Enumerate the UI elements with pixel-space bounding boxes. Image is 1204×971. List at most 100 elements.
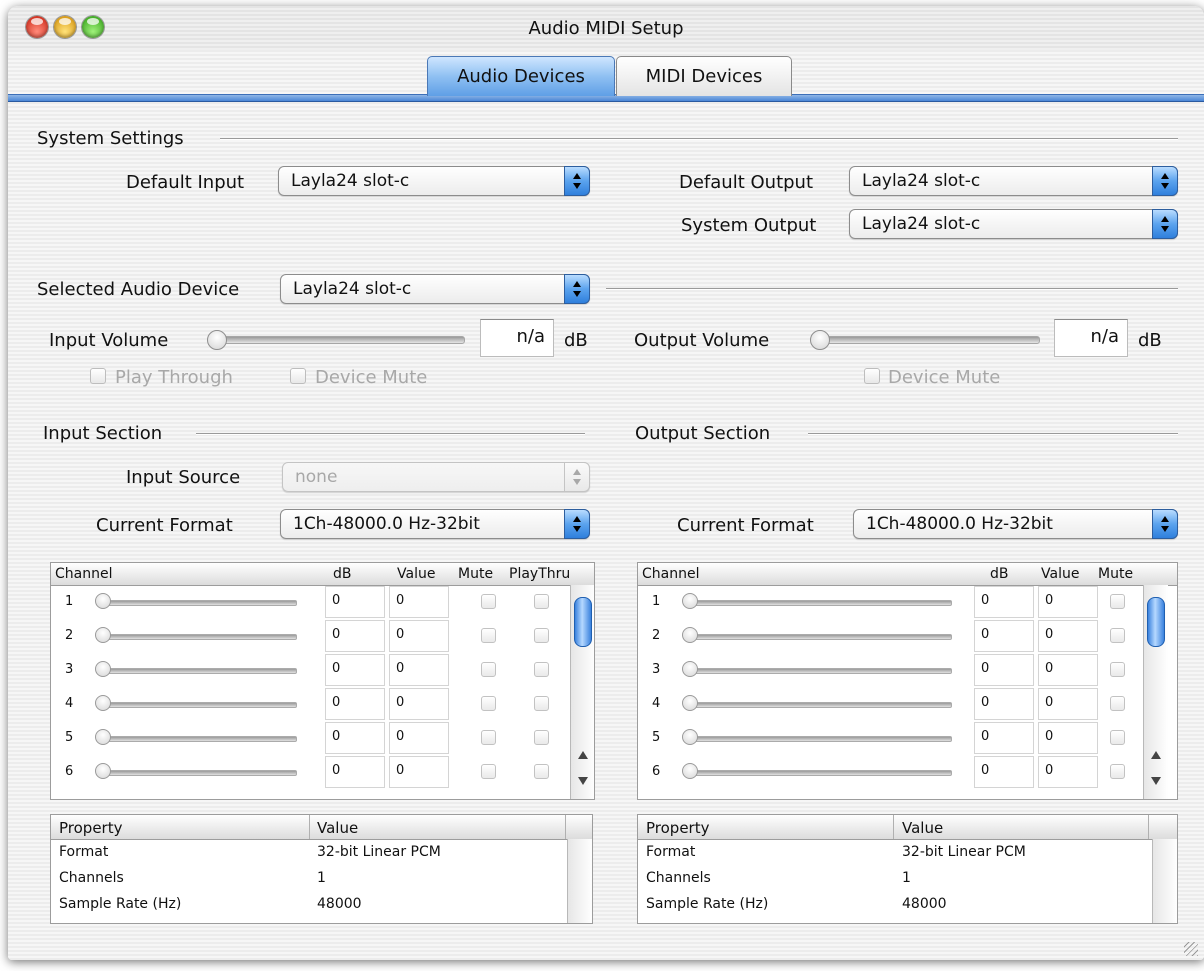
- channel-volume-knob[interactable]: [682, 763, 698, 779]
- channel-volume-knob[interactable]: [95, 729, 111, 745]
- channel-volume-knob[interactable]: [95, 627, 111, 643]
- channel-volume-slider[interactable]: [686, 600, 952, 606]
- channel-value-field[interactable]: 0: [1038, 722, 1098, 754]
- channel-volume-slider[interactable]: [686, 702, 952, 708]
- channel-db-field[interactable]: 0: [325, 756, 385, 788]
- scroll-thumb[interactable]: [1147, 597, 1165, 647]
- tab-audio-devices[interactable]: Audio Devices: [427, 56, 615, 96]
- channel-playthru-checkbox[interactable]: [534, 696, 549, 711]
- channel-value-field[interactable]: 0: [1038, 654, 1098, 686]
- channel-playthru-checkbox[interactable]: [534, 662, 549, 677]
- channel-volume-knob[interactable]: [95, 695, 111, 711]
- channel-db-field[interactable]: 0: [974, 688, 1034, 720]
- channel-volume-slider[interactable]: [99, 702, 297, 708]
- scroll-thumb[interactable]: [574, 597, 592, 647]
- channel-volume-knob[interactable]: [682, 729, 698, 745]
- property-scrollbar[interactable]: [1152, 839, 1177, 923]
- channel-volume-knob[interactable]: [682, 593, 698, 609]
- channel-playthru-checkbox[interactable]: [534, 628, 549, 643]
- output-volume-slider[interactable]: [816, 336, 1040, 344]
- selected-device-popup[interactable]: Layla24 slot-c: [280, 274, 590, 304]
- output-channel-scrollbar[interactable]: [1143, 585, 1168, 799]
- channel-mute-checkbox[interactable]: [1110, 764, 1125, 779]
- channel-mute-checkbox[interactable]: [481, 696, 496, 711]
- channel-volume-knob[interactable]: [95, 661, 111, 677]
- output-channel-table: Channel dB Value Mute 100200300400500600: [637, 562, 1178, 800]
- channel-value-field[interactable]: 0: [389, 620, 449, 652]
- channel-volume-knob[interactable]: [95, 593, 111, 609]
- output-format-popup[interactable]: 1Ch-48000.0 Hz-32bit: [853, 509, 1178, 539]
- property-scrollbar[interactable]: [567, 839, 592, 923]
- default-input-popup[interactable]: Layla24 slot-c: [278, 166, 590, 196]
- channel-volume-slider[interactable]: [686, 736, 952, 742]
- table-row: Channels 1: [51, 867, 568, 891]
- channel-playthru-checkbox[interactable]: [534, 594, 549, 609]
- channel-number: 5: [652, 730, 661, 745]
- output-volume-field[interactable]: n/a: [1054, 319, 1128, 357]
- scroll-up-arrow-icon[interactable]: [578, 751, 588, 759]
- channel-volume-knob[interactable]: [682, 627, 698, 643]
- channel-mute-checkbox[interactable]: [1110, 594, 1125, 609]
- channel-mute-checkbox[interactable]: [481, 628, 496, 643]
- channel-volume-slider[interactable]: [99, 770, 297, 776]
- output-volume-knob[interactable]: [810, 330, 830, 350]
- channel-volume-slider[interactable]: [99, 634, 297, 640]
- channel-volume-slider[interactable]: [99, 736, 297, 742]
- channel-mute-checkbox[interactable]: [481, 662, 496, 677]
- channel-value-field[interactable]: 0: [1038, 620, 1098, 652]
- channel-mute-checkbox[interactable]: [1110, 628, 1125, 643]
- input-device-mute-checkbox[interactable]: [290, 368, 306, 384]
- channel-volume-slider[interactable]: [686, 634, 952, 640]
- channel-value-field[interactable]: 0: [1038, 586, 1098, 618]
- channel-mute-checkbox[interactable]: [1110, 696, 1125, 711]
- channel-mute-checkbox[interactable]: [481, 594, 496, 609]
- channel-volume-slider[interactable]: [99, 600, 297, 606]
- channel-db-field[interactable]: 0: [974, 722, 1034, 754]
- channel-db-field[interactable]: 0: [325, 586, 385, 618]
- channel-db-field[interactable]: 0: [325, 654, 385, 686]
- input-volume-slider[interactable]: [213, 336, 465, 344]
- channel-value-field[interactable]: 0: [389, 586, 449, 618]
- channel-volume-slider[interactable]: [686, 770, 952, 776]
- channel-volume-slider[interactable]: [99, 668, 297, 674]
- scroll-down-arrow-icon[interactable]: [578, 777, 588, 785]
- channel-mute-checkbox[interactable]: [1110, 662, 1125, 677]
- channel-db-field[interactable]: 0: [325, 688, 385, 720]
- resize-grip-icon[interactable]: [1184, 942, 1198, 956]
- output-device-mute-checkbox[interactable]: [864, 368, 880, 384]
- tab-midi-devices[interactable]: MIDI Devices: [616, 56, 792, 96]
- channel-db-field[interactable]: 0: [974, 654, 1034, 686]
- input-volume-label: Input Volume: [49, 330, 169, 351]
- channel-value-field[interactable]: 0: [389, 654, 449, 686]
- input-source-popup[interactable]: none: [282, 462, 590, 492]
- channel-mute-checkbox[interactable]: [1110, 730, 1125, 745]
- channel-db-field[interactable]: 0: [325, 620, 385, 652]
- channel-volume-knob[interactable]: [682, 695, 698, 711]
- play-through-checkbox[interactable]: [90, 368, 106, 384]
- default-output-popup[interactable]: Layla24 slot-c: [849, 166, 1178, 196]
- channel-db-field[interactable]: 0: [974, 620, 1034, 652]
- channel-db-field[interactable]: 0: [325, 722, 385, 754]
- input-channel-scrollbar[interactable]: [570, 585, 594, 799]
- channel-value-field[interactable]: 0: [389, 688, 449, 720]
- channel-value-field[interactable]: 0: [1038, 756, 1098, 788]
- property-name: Sample Rate (Hz): [59, 896, 182, 912]
- input-volume-field[interactable]: n/a: [480, 319, 554, 357]
- input-volume-knob[interactable]: [207, 330, 227, 350]
- channel-playthru-checkbox[interactable]: [534, 764, 549, 779]
- channel-volume-knob[interactable]: [95, 763, 111, 779]
- system-output-popup[interactable]: Layla24 slot-c: [849, 209, 1178, 239]
- scroll-up-arrow-icon[interactable]: [1151, 751, 1161, 759]
- channel-volume-slider[interactable]: [686, 668, 952, 674]
- channel-playthru-checkbox[interactable]: [534, 730, 549, 745]
- channel-mute-checkbox[interactable]: [481, 764, 496, 779]
- channel-volume-knob[interactable]: [682, 661, 698, 677]
- channel-db-field[interactable]: 0: [974, 756, 1034, 788]
- channel-db-field[interactable]: 0: [974, 586, 1034, 618]
- input-format-popup[interactable]: 1Ch-48000.0 Hz-32bit: [280, 509, 590, 539]
- scroll-down-arrow-icon[interactable]: [1151, 777, 1161, 785]
- channel-mute-checkbox[interactable]: [481, 730, 496, 745]
- channel-value-field[interactable]: 0: [1038, 688, 1098, 720]
- channel-value-field[interactable]: 0: [389, 756, 449, 788]
- channel-value-field[interactable]: 0: [389, 722, 449, 754]
